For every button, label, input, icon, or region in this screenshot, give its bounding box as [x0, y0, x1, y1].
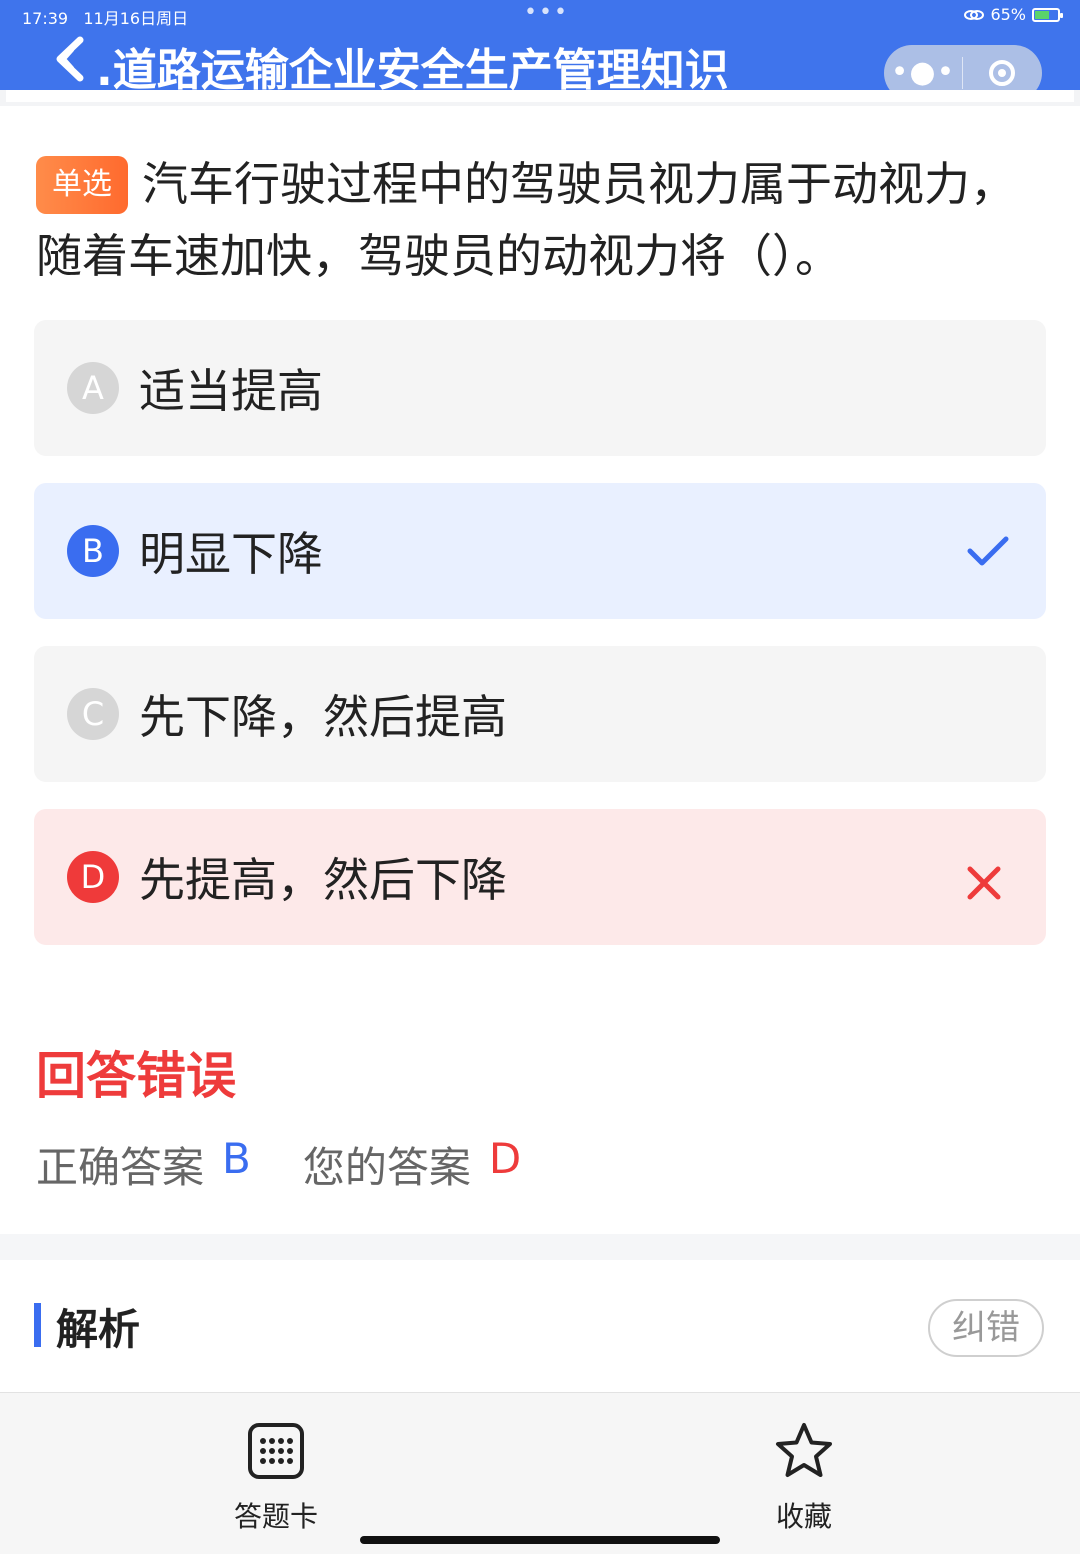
question: 单选 汽车行驶过程中的驾驶员视力属于动视力，随着车速加快，驾驶员的动视力将（）。: [36, 148, 1048, 292]
option-a[interactable]: A 适当提高: [34, 320, 1046, 456]
status-date: 11月16日周日: [83, 9, 189, 28]
option-text: 先下降，然后提高: [139, 690, 507, 744]
multitask-dots-icon[interactable]: •••: [524, 0, 569, 25]
favorite-label: 收藏: [775, 1500, 832, 1533]
cross-icon: [967, 866, 1001, 900]
status-time: 17:39 11月16日周日: [22, 9, 189, 28]
home-indicator[interactable]: [360, 1536, 720, 1544]
link-icon: [964, 9, 985, 20]
your-answer-value: D: [488, 1134, 522, 1183]
your-answer-label: 您的答案: [302, 1143, 471, 1192]
status-indicators: 65%: [964, 5, 1063, 24]
app-header: 17:39 11月16日周日 ••• 65% .道路运输企业安全生产管理知识 •…: [0, 0, 1080, 101]
answer-card-tab[interactable]: 答题卡: [206, 1421, 346, 1535]
section-accent-bar: [34, 1303, 41, 1347]
report-error-button[interactable]: 纠错: [928, 1299, 1044, 1357]
correct-answer-value: B: [222, 1134, 251, 1183]
target-icon: [989, 60, 1015, 86]
back-arrow-icon[interactable]: [50, 34, 92, 84]
favorite-tab[interactable]: 收藏: [734, 1421, 874, 1535]
option-letter: B: [67, 525, 119, 577]
question-text: 汽车行驶过程中的驾驶员视力属于动视力，随着车速加快，驾驶员的动视力将（）。: [36, 157, 1016, 283]
star-icon: [776, 1423, 832, 1477]
header-divider: [0, 90, 1080, 106]
option-text: 适当提高: [139, 364, 323, 418]
battery-percent: 65%: [990, 5, 1026, 24]
option-letter: D: [67, 851, 119, 903]
option-letter: A: [67, 362, 119, 414]
bottom-toolbar: 答题卡 收藏: [0, 1392, 1080, 1554]
option-b[interactable]: B 明显下降: [34, 483, 1046, 619]
battery-icon: [1032, 7, 1063, 22]
analysis-title: 解析: [56, 1305, 141, 1354]
option-letter: C: [67, 688, 119, 740]
result-title: 回答错误: [36, 1047, 236, 1105]
option-text: 先提高，然后下降: [139, 853, 507, 907]
grid-icon: [248, 1423, 304, 1479]
correct-answer-label: 正确答案: [36, 1143, 205, 1192]
option-d[interactable]: D 先提高，然后下降: [34, 809, 1046, 945]
answer-summary: 正确答案 B 您的答案 D: [36, 1134, 521, 1195]
answer-card-label: 答题卡: [233, 1500, 318, 1533]
option-text: 明显下降: [139, 527, 323, 581]
section-separator: [0, 1234, 1080, 1260]
option-c[interactable]: C 先下降，然后提高: [34, 646, 1046, 782]
question-type-tag: 单选: [36, 156, 128, 214]
page-title: .道路运输企业安全生产管理知识: [96, 45, 729, 96]
close-target-button[interactable]: [963, 60, 1041, 86]
check-icon: [967, 536, 1009, 566]
